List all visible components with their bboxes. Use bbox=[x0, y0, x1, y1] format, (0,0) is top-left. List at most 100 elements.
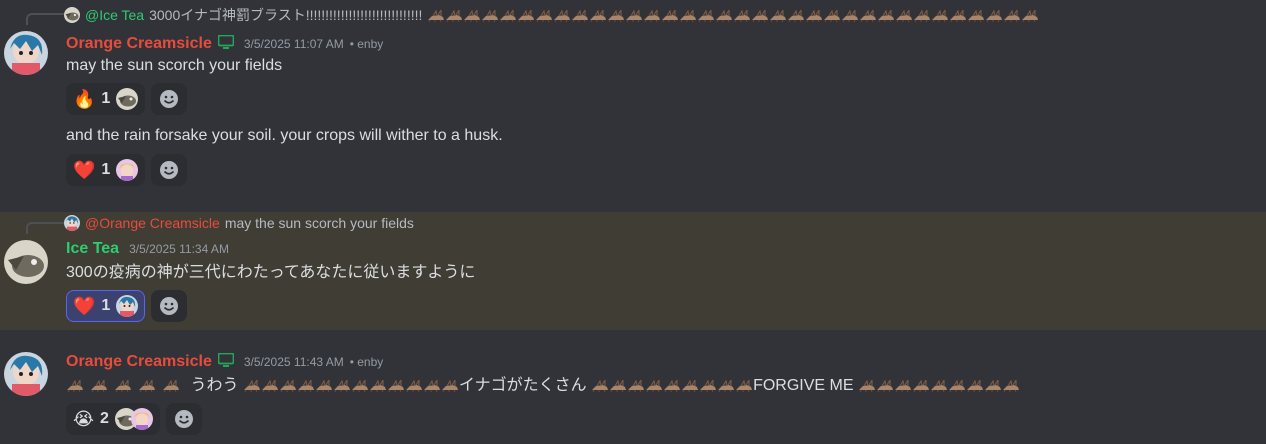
cricket-emoji bbox=[114, 380, 132, 392]
message-header: Orange Creamsicle 3/5/2025 11:07 AM • en… bbox=[66, 34, 383, 53]
reaction-bar: ❤️ 1 bbox=[66, 154, 188, 186]
reaction-heart[interactable]: ❤️ 1 bbox=[66, 290, 146, 322]
cricket-emoji bbox=[699, 380, 717, 392]
cricket-emoji bbox=[535, 10, 553, 22]
username[interactable]: Orange Creamsicle bbox=[66, 35, 212, 53]
reaction-count: 1 bbox=[101, 297, 111, 314]
reactor-avatar bbox=[116, 159, 138, 181]
cricket-emoji bbox=[1003, 10, 1021, 22]
reply-preview[interactable]: @Ice Tea 3000イナゴ神罰ブラスト!!!!!!!!!!!!!!!!!!… bbox=[64, 6, 1264, 24]
desktop-icon bbox=[218, 353, 234, 367]
cricket-emoji bbox=[645, 380, 663, 392]
heart-emoji: ❤️ bbox=[73, 296, 96, 316]
cricket-emoji bbox=[663, 380, 681, 392]
cricket-emoji bbox=[625, 10, 643, 22]
avatar[interactable] bbox=[4, 31, 48, 75]
cricket-emoji bbox=[681, 380, 699, 392]
cricket-emoji bbox=[441, 380, 459, 392]
reaction-bar: 🔥 1 bbox=[66, 83, 188, 115]
add-reaction-button[interactable] bbox=[151, 154, 188, 186]
cricket-emoji bbox=[769, 10, 787, 22]
cricket-emoji bbox=[697, 10, 715, 22]
avatar[interactable] bbox=[4, 240, 48, 284]
cricket-emoji bbox=[948, 380, 966, 392]
timestamp[interactable]: 3/5/2025 11:07 AM bbox=[244, 37, 344, 51]
cricket-emoji bbox=[967, 10, 985, 22]
reaction-fire[interactable]: 🔥 1 bbox=[66, 83, 146, 115]
reaction-count: 2 bbox=[100, 410, 109, 427]
cricket-emoji bbox=[930, 380, 948, 392]
cricket-emoji bbox=[333, 380, 351, 392]
pronoun-tag: • enby bbox=[349, 355, 384, 369]
cricket-emoji bbox=[261, 380, 279, 392]
avatar[interactable] bbox=[4, 352, 48, 396]
add-reaction-icon bbox=[159, 89, 179, 109]
cricket-emoji bbox=[895, 10, 913, 22]
reaction-crying[interactable]: 😭 2 bbox=[66, 403, 160, 435]
reply-author[interactable]: @Orange Creamsicle bbox=[85, 215, 220, 231]
cricket-emoji bbox=[279, 380, 297, 392]
reply-preview[interactable]: @Orange Creamsicle may the sun scorch yo… bbox=[64, 214, 1264, 232]
message-header: Orange Creamsicle 3/5/2025 11:43 AM • en… bbox=[66, 352, 383, 371]
cricket-emoji bbox=[445, 10, 463, 22]
text-segment: FORGIVE ME bbox=[753, 377, 854, 394]
add-reaction-button[interactable] bbox=[151, 83, 188, 115]
reply-text: 3000イナゴ神罰ブラスト!!!!!!!!!!!!!!!!!!!!!!!!!!!… bbox=[149, 7, 423, 23]
add-reaction-icon bbox=[159, 296, 179, 316]
cricket-emoji bbox=[735, 380, 753, 392]
cricket-emoji bbox=[1021, 10, 1039, 22]
username[interactable]: Orange Creamsicle bbox=[66, 353, 212, 371]
reaction-bar: ❤️ 1 bbox=[66, 290, 188, 322]
cricket-emoji bbox=[589, 10, 607, 22]
message-2: @Orange Creamsicle may the sun scorch yo… bbox=[0, 212, 1266, 330]
fire-emoji: 🔥 bbox=[73, 89, 96, 109]
cricket-emoji bbox=[90, 380, 108, 392]
reply-avatar bbox=[64, 7, 80, 23]
cricket-emoji bbox=[369, 380, 387, 392]
cricket-emoji bbox=[351, 380, 369, 392]
message-1: @Ice Tea 3000イナゴ神罰ブラスト!!!!!!!!!!!!!!!!!!… bbox=[0, 0, 1266, 200]
add-reaction-button[interactable] bbox=[151, 290, 188, 322]
cricket-emoji bbox=[517, 10, 535, 22]
cricket-emoji bbox=[423, 380, 441, 392]
cricket-emoji bbox=[985, 10, 1003, 22]
reaction-count: 1 bbox=[101, 161, 111, 178]
cricket-emoji bbox=[717, 380, 735, 392]
reply-author[interactable]: @Ice Tea bbox=[85, 7, 144, 23]
cricket-emoji bbox=[931, 10, 949, 22]
crying-emoji: 😭 bbox=[73, 409, 95, 429]
cricket-emoji bbox=[715, 10, 733, 22]
timestamp[interactable]: 3/5/2025 11:43 AM bbox=[244, 355, 344, 369]
cricket-emoji bbox=[913, 10, 931, 22]
cricket-emoji bbox=[823, 10, 841, 22]
reaction-count: 1 bbox=[101, 90, 111, 107]
timestamp[interactable]: 3/5/2025 11:34 AM bbox=[129, 242, 229, 256]
cricket-emoji-row bbox=[66, 377, 186, 394]
text-segment: うわう bbox=[190, 377, 239, 394]
reaction-bar: 😭 2 bbox=[66, 403, 202, 435]
cricket-emoji bbox=[949, 10, 967, 22]
reaction-heart[interactable]: ❤️ 1 bbox=[66, 154, 146, 186]
cricket-emoji bbox=[427, 10, 445, 22]
username[interactable]: Ice Tea bbox=[66, 240, 119, 258]
cricket-emoji bbox=[751, 10, 769, 22]
cricket-emoji bbox=[571, 10, 589, 22]
heart-emoji: ❤️ bbox=[73, 160, 96, 180]
cricket-emoji bbox=[1002, 380, 1020, 392]
message-text: うわう イナゴがたくさん FORGIVE ME bbox=[66, 375, 1020, 397]
cricket-emoji bbox=[405, 380, 423, 392]
reactor-avatars bbox=[115, 408, 153, 430]
reactor-avatar bbox=[131, 408, 153, 430]
cricket-emoji bbox=[805, 10, 823, 22]
cricket-emoji bbox=[297, 380, 315, 392]
reactor-avatar bbox=[116, 295, 138, 317]
cricket-emoji bbox=[877, 10, 895, 22]
add-reaction-button[interactable] bbox=[165, 403, 202, 435]
cricket-emoji bbox=[876, 380, 894, 392]
cricket-emoji bbox=[553, 10, 571, 22]
cricket-emoji-row bbox=[427, 7, 1039, 23]
cricket-emoji bbox=[661, 10, 679, 22]
cricket-emoji bbox=[315, 380, 333, 392]
cricket-emoji bbox=[679, 10, 697, 22]
cricket-emoji bbox=[387, 380, 405, 392]
